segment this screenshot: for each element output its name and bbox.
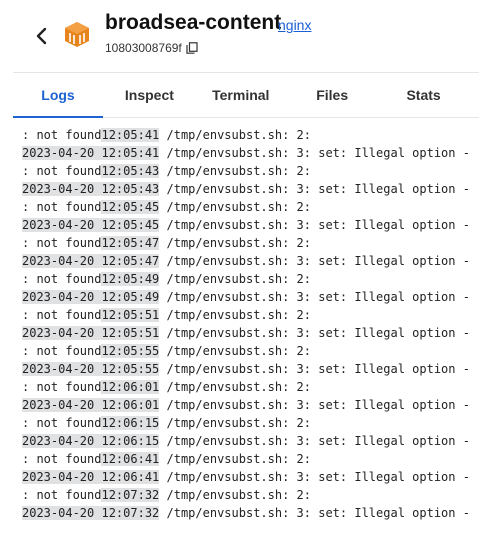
log-message: /tmp/envsubst.sh: 2:: [159, 200, 312, 214]
log-timestamp: 2023-04-20 12:07:32: [22, 506, 160, 520]
container-id: 10803008769f: [105, 41, 182, 55]
log-line: 2023-04-20 12:05:51 /tmp/envsubst.sh: 3:…: [22, 324, 472, 342]
log-message-prefix: : not found: [22, 344, 102, 358]
tab-bar: Logs Inspect Terminal Files Stats: [13, 72, 479, 118]
log-message: /tmp/envsubst.sh: 2:: [159, 380, 312, 394]
log-line: : not found12:06:01 /tmp/envsubst.sh: 2:: [22, 378, 472, 396]
container-box-icon: [65, 22, 89, 47]
log-message: /tmp/envsubst.sh: 2:: [159, 272, 312, 286]
container-title: broadsea-content: [105, 11, 282, 34]
log-message: /tmp/envsubst.sh: 2:: [159, 416, 312, 430]
log-timestamp: 2023-04-20 12:05:55: [22, 362, 160, 376]
log-line: : not found12:06:15 /tmp/envsubst.sh: 2:: [22, 414, 472, 432]
log-line: : not found12:06:41 /tmp/envsubst.sh: 2:: [22, 450, 472, 468]
log-output[interactable]: : not found12:05:41 /tmp/envsubst.sh: 2:…: [22, 126, 472, 522]
container-id-row: 10803008769f: [105, 41, 198, 55]
back-button[interactable]: [30, 24, 54, 48]
log-message: /tmp/envsubst.sh: 3: set: Illegal option…: [159, 398, 470, 412]
log-message-prefix: : not found: [22, 164, 102, 178]
log-message-prefix: : not found: [22, 200, 102, 214]
log-message: /tmp/envsubst.sh: 2:: [159, 164, 312, 178]
log-line: 2023-04-20 12:05:47 /tmp/envsubst.sh: 3:…: [22, 252, 472, 270]
log-message: /tmp/envsubst.sh: 3: set: Illegal option…: [159, 470, 470, 484]
log-timestamp: 2023-04-20 12:05:47: [22, 254, 160, 268]
log-message: /tmp/envsubst.sh: 3: set: Illegal option…: [159, 182, 470, 196]
log-timestamp: 2023-04-20 12:06:01: [22, 398, 160, 412]
log-message: /tmp/envsubst.sh: 3: set: Illegal option…: [159, 434, 470, 448]
log-line: : not found12:05:43 /tmp/envsubst.sh: 2:: [22, 162, 472, 180]
log-timestamp: 2023-04-20 12:05:43: [22, 182, 160, 196]
log-line: : not found12:07:32 /tmp/envsubst.sh: 2:: [22, 486, 472, 504]
log-line: 2023-04-20 12:05:41 /tmp/envsubst.sh: 3:…: [22, 144, 472, 162]
log-message: /tmp/envsubst.sh: 2:: [159, 128, 312, 142]
log-message-prefix: : not found: [22, 452, 102, 466]
log-timestamp: 2023-04-20 12:05:41: [22, 146, 160, 160]
tab-files[interactable]: Files: [287, 73, 377, 117]
tab-stats[interactable]: Stats: [379, 73, 469, 117]
log-line: 2023-04-20 12:05:49 /tmp/envsubst.sh: 3:…: [22, 288, 472, 306]
log-timestamp: 12:05:51: [101, 308, 160, 322]
log-message: /tmp/envsubst.sh: 2:: [159, 488, 312, 502]
log-message: /tmp/envsubst.sh: 3: set: Illegal option…: [159, 146, 470, 160]
log-message: /tmp/envsubst.sh: 3: set: Illegal option…: [159, 506, 470, 520]
log-line: 2023-04-20 12:06:41 /tmp/envsubst.sh: 3:…: [22, 468, 472, 486]
log-message-prefix: : not found: [22, 380, 102, 394]
log-line: 2023-04-20 12:05:55 /tmp/envsubst.sh: 3:…: [22, 360, 472, 378]
tab-inspect[interactable]: Inspect: [104, 73, 194, 117]
log-timestamp: 12:06:41: [101, 452, 160, 466]
log-message-prefix: : not found: [22, 488, 102, 502]
log-timestamp: 2023-04-20 12:05:51: [22, 326, 160, 340]
log-message: /tmp/envsubst.sh: 3: set: Illegal option…: [159, 218, 470, 232]
tab-logs[interactable]: Logs: [13, 73, 103, 118]
log-message-prefix: : not found: [22, 236, 102, 250]
log-line: : not found12:05:51 /tmp/envsubst.sh: 2:: [22, 306, 472, 324]
log-line: 2023-04-20 12:05:45 /tmp/envsubst.sh: 3:…: [22, 216, 472, 234]
log-timestamp: 2023-04-20 12:06:15: [22, 434, 160, 448]
image-link[interactable]: nginx: [278, 17, 311, 33]
log-line: 2023-04-20 12:05:43 /tmp/envsubst.sh: 3:…: [22, 180, 472, 198]
log-line: : not found12:05:41 /tmp/envsubst.sh: 2:: [22, 126, 472, 144]
log-message: /tmp/envsubst.sh: 2:: [159, 452, 312, 466]
copy-icon[interactable]: [186, 42, 198, 54]
chevron-left-icon: [36, 27, 47, 45]
log-message-prefix: : not found: [22, 308, 102, 322]
log-timestamp: 12:05:41: [101, 128, 160, 142]
container-header: broadsea-content nginx 10803008769f: [0, 0, 479, 72]
log-message: /tmp/envsubst.sh: 3: set: Illegal option…: [159, 326, 470, 340]
log-message: /tmp/envsubst.sh: 3: set: Illegal option…: [159, 290, 470, 304]
log-message: /tmp/envsubst.sh: 2:: [159, 344, 312, 358]
log-timestamp: 2023-04-20 12:06:41: [22, 470, 160, 484]
log-timestamp: 12:05:55: [101, 344, 160, 358]
log-timestamp: 12:05:47: [101, 236, 160, 250]
log-timestamp: 12:06:15: [101, 416, 160, 430]
log-timestamp: 12:05:49: [101, 272, 160, 286]
log-message-prefix: : not found: [22, 416, 102, 430]
log-message: /tmp/envsubst.sh: 3: set: Illegal option…: [159, 254, 470, 268]
log-line: 2023-04-20 12:06:01 /tmp/envsubst.sh: 3:…: [22, 396, 472, 414]
log-line: : not found12:05:49 /tmp/envsubst.sh: 2:: [22, 270, 472, 288]
log-timestamp: 2023-04-20 12:05:45: [22, 218, 160, 232]
log-message-prefix: : not found: [22, 128, 102, 142]
log-line: : not found12:05:45 /tmp/envsubst.sh: 2:: [22, 198, 472, 216]
log-timestamp: 12:05:45: [101, 200, 160, 214]
log-message-prefix: : not found: [22, 272, 102, 286]
log-message: /tmp/envsubst.sh: 2:: [159, 308, 312, 322]
log-line: : not found12:05:55 /tmp/envsubst.sh: 2:: [22, 342, 472, 360]
log-timestamp: 12:06:01: [101, 380, 160, 394]
log-timestamp: 2023-04-20 12:05:49: [22, 290, 160, 304]
tab-terminal[interactable]: Terminal: [196, 73, 286, 117]
log-timestamp: 12:05:43: [101, 164, 160, 178]
log-line: : not found12:05:47 /tmp/envsubst.sh: 2:: [22, 234, 472, 252]
log-line: 2023-04-20 12:06:15 /tmp/envsubst.sh: 3:…: [22, 432, 472, 450]
log-line: 2023-04-20 12:07:32 /tmp/envsubst.sh: 3:…: [22, 504, 472, 522]
log-timestamp: 12:07:32: [101, 488, 160, 502]
log-message: /tmp/envsubst.sh: 2:: [159, 236, 312, 250]
log-message: /tmp/envsubst.sh: 3: set: Illegal option…: [159, 362, 470, 376]
